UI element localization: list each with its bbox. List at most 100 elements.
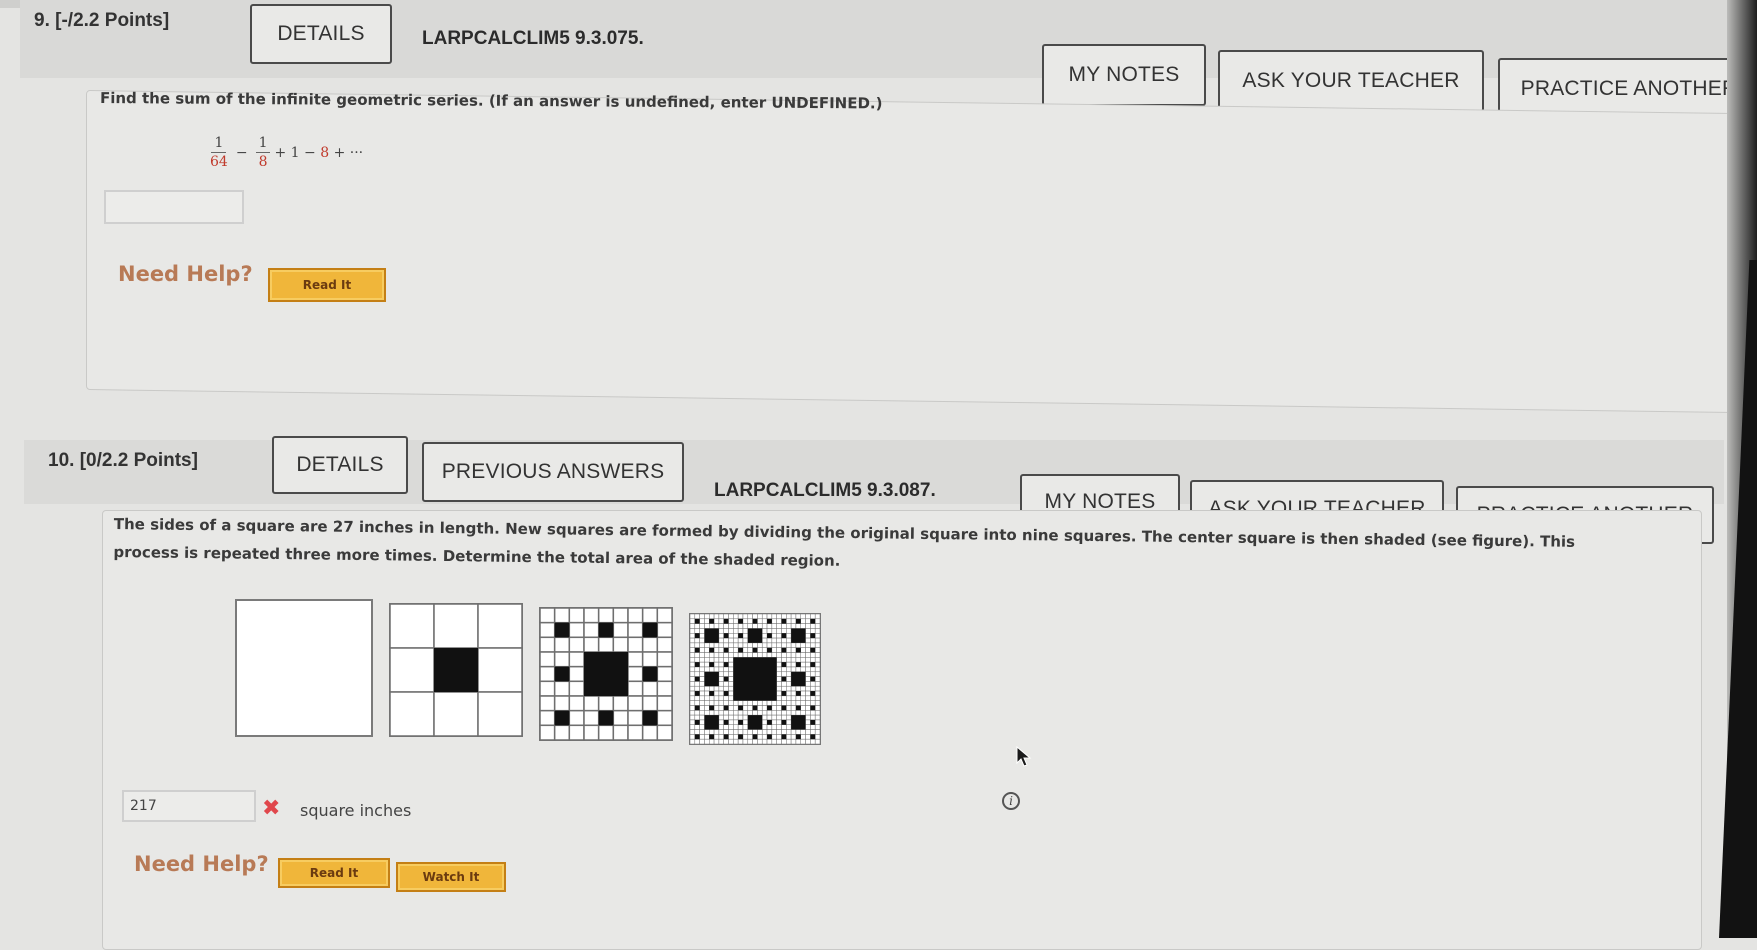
carpet-cell xyxy=(568,621,585,639)
carpet-shaded-square xyxy=(791,628,806,643)
carpet-cell xyxy=(786,647,792,653)
carpet-cell xyxy=(771,628,777,634)
carpet-cell xyxy=(786,657,792,663)
carpet-cell xyxy=(656,665,673,683)
carpet-shaded-square xyxy=(554,710,570,726)
read-it-button[interactable]: Read It xyxy=(268,268,386,302)
read-it-button[interactable]: Read It xyxy=(278,858,390,888)
carpet-cell xyxy=(689,661,696,668)
details-button-label: DETAILS xyxy=(296,453,384,476)
answer-input[interactable] xyxy=(122,790,256,822)
carpet-cell xyxy=(718,714,724,721)
carpet-cell xyxy=(747,642,753,648)
carpet-cell xyxy=(757,652,763,658)
carpet-cell xyxy=(704,705,710,711)
carpet-cell xyxy=(781,652,787,658)
details-button[interactable]: DETAILS xyxy=(272,436,408,494)
carpet-cell xyxy=(694,623,700,629)
carpet-shaded-square xyxy=(781,691,787,696)
carpet-shaded-square xyxy=(738,734,743,740)
carpet-cell xyxy=(781,695,787,701)
carpet-cell xyxy=(800,657,806,663)
carpet-cell xyxy=(771,738,777,745)
carpet-shaded-square xyxy=(795,691,801,696)
watch-it-button[interactable]: Watch It xyxy=(396,862,506,892)
details-button[interactable]: DETAILS xyxy=(250,4,392,64)
carpet-cell xyxy=(747,705,753,711)
carpet-shaded-square xyxy=(781,633,787,639)
carpet-shaded-square xyxy=(810,734,816,740)
carpet-cell xyxy=(699,671,705,677)
my-notes-button[interactable]: MY NOTES xyxy=(1042,44,1206,106)
carpet-cell xyxy=(689,613,696,620)
carpet-cell xyxy=(786,729,792,735)
carpet-cell xyxy=(771,714,777,721)
carpet-shaded-square xyxy=(810,618,816,624)
carpet-iteration-0 xyxy=(235,599,373,737)
carpet-cell xyxy=(810,652,816,658)
carpet-cell xyxy=(810,666,816,673)
carpet-iteration-3 xyxy=(689,613,821,745)
carpet-shaded-square xyxy=(554,666,570,682)
carpet-cell xyxy=(718,710,724,716)
carpet-cell xyxy=(689,666,696,673)
carpet-cell xyxy=(728,637,734,644)
carpet-cell xyxy=(795,729,801,735)
carpet-cell xyxy=(771,700,777,706)
question-code: LARPCALCLIM5 9.3.087. xyxy=(714,480,936,501)
carpet-cell xyxy=(718,618,724,624)
answer-input[interactable] xyxy=(104,190,244,224)
carpet-cell xyxy=(814,666,821,673)
carpet-cell xyxy=(713,685,720,692)
carpet-cell xyxy=(699,676,705,682)
carpet-cell xyxy=(477,603,523,649)
carpet-cell xyxy=(747,652,753,658)
info-icon[interactable]: i xyxy=(1002,792,1020,810)
carpet-cell xyxy=(568,695,585,712)
carpet-cell xyxy=(699,714,705,721)
carpet-cell xyxy=(742,705,749,711)
carpet-cell xyxy=(583,709,600,727)
carpet-shaded-square xyxy=(598,622,614,638)
carpet-cell xyxy=(718,724,724,730)
carpet-cell xyxy=(795,652,801,658)
carpet-cell xyxy=(699,695,705,701)
carpet-cell xyxy=(747,700,753,706)
previous-answers-button[interactable]: PREVIOUS ANSWERS xyxy=(422,442,684,502)
carpet-cell xyxy=(699,734,705,740)
carpet-cell xyxy=(728,628,734,634)
carpet-cell xyxy=(718,637,724,644)
carpet-cell xyxy=(627,607,644,624)
question-code: LARPCALCLIM5 9.3.075. xyxy=(422,28,644,49)
carpet-cell xyxy=(689,647,696,653)
carpet-iteration-2 xyxy=(539,607,673,741)
carpet-cell xyxy=(694,642,700,648)
carpet-cell xyxy=(737,700,744,706)
carpet-shaded-square xyxy=(694,633,700,639)
carpet-cell xyxy=(747,613,753,620)
carpet-cell xyxy=(757,618,763,624)
carpet-cell xyxy=(568,607,585,624)
carpet-cell xyxy=(699,637,705,644)
carpet-cell xyxy=(795,685,801,692)
carpet-cell xyxy=(810,700,816,706)
carpet-cell xyxy=(597,636,615,653)
carpet-shaded-square xyxy=(694,662,700,667)
carpet-shaded-square xyxy=(723,647,729,653)
carpet-cell xyxy=(786,661,792,668)
carpet-cell xyxy=(723,681,729,687)
carpet-cell xyxy=(713,618,720,624)
carpet-cell xyxy=(728,647,734,653)
carpet-cell xyxy=(689,633,696,639)
carpet-cell xyxy=(795,642,801,648)
carpet-cell xyxy=(771,613,777,620)
carpet-cell xyxy=(814,714,821,721)
carpet-shaded-square xyxy=(709,734,715,740)
unit-label: square inches xyxy=(300,801,412,820)
carpet-shaded-square xyxy=(810,719,816,725)
carpet-cell xyxy=(704,657,710,663)
carpet-cell xyxy=(699,666,705,673)
carpet-cell xyxy=(627,680,644,697)
carpet-cell xyxy=(805,647,811,653)
ask-your-teacher-button[interactable]: ASK YOUR TEACHER xyxy=(1218,50,1484,112)
